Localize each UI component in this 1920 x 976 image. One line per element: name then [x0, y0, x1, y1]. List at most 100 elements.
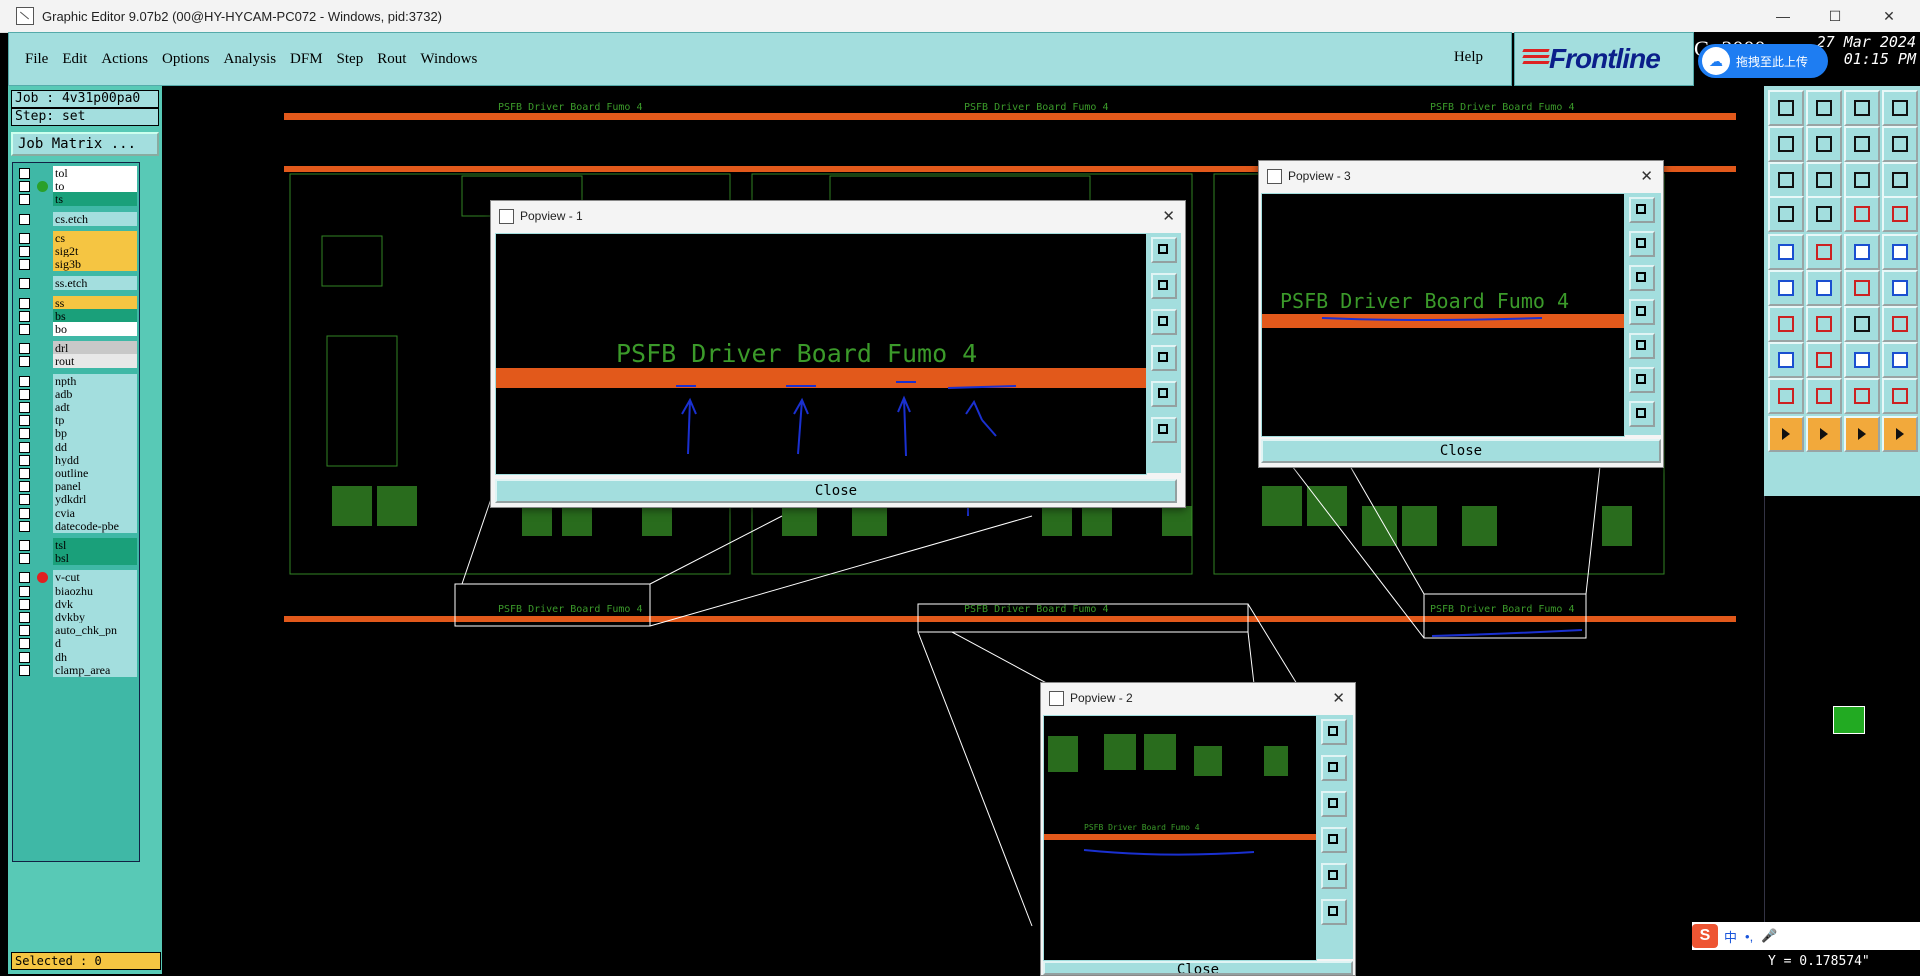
- layer-checkbox[interactable]: [19, 454, 30, 466]
- menu-actions[interactable]: Actions: [101, 51, 148, 68]
- layer-name[interactable]: sig2t: [53, 244, 137, 258]
- job-matrix-button[interactable]: Job Matrix ...: [11, 132, 159, 156]
- menu-file[interactable]: File: [25, 51, 48, 68]
- toolbox-button-9-icon[interactable]: [1768, 162, 1804, 198]
- close-button[interactable]: ✕: [1866, 0, 1912, 32]
- toolbox-button-3-icon[interactable]: [1844, 90, 1880, 126]
- layer-name[interactable]: cvia: [53, 505, 137, 520]
- toolbox-button-38-icon[interactable]: [1806, 416, 1842, 452]
- minimize-button[interactable]: —: [1760, 0, 1806, 32]
- popview-2-tool-1-icon[interactable]: [1321, 719, 1347, 745]
- toolbox-button-23-icon[interactable]: [1844, 270, 1880, 306]
- toolbox-button-11-icon[interactable]: [1844, 162, 1880, 198]
- layer-name[interactable]: bo: [53, 322, 137, 336]
- layer-checkbox[interactable]: [19, 213, 30, 225]
- layer-name[interactable]: ts: [53, 192, 137, 207]
- toolbox-button-15-icon[interactable]: [1844, 196, 1880, 232]
- toolbox-button-17-icon[interactable]: [1768, 234, 1804, 270]
- ime-lang[interactable]: 中: [1724, 927, 1737, 946]
- toolbox-button-6-icon[interactable]: [1806, 126, 1842, 162]
- layer-checkbox[interactable]: [19, 310, 30, 322]
- toolbox-button-35-icon[interactable]: [1844, 378, 1880, 414]
- toolbox-button-33-icon[interactable]: [1768, 378, 1804, 414]
- layer-name[interactable]: sig3b: [53, 257, 137, 272]
- toolbox-button-31-icon[interactable]: [1844, 342, 1880, 378]
- upload-widget[interactable]: ☁ 拖拽至此上传: [1698, 44, 1828, 78]
- toolbox-button-37-icon[interactable]: [1768, 416, 1804, 452]
- toolbox-button-25-icon[interactable]: [1768, 306, 1804, 342]
- toolbox-button-5-icon[interactable]: [1768, 126, 1804, 162]
- layer-checkbox[interactable]: [19, 507, 30, 519]
- popview-2-tool-3-icon[interactable]: [1321, 791, 1347, 817]
- toolbox-button-21-icon[interactable]: [1768, 270, 1804, 306]
- layer-row-clamp_area[interactable]: clamp_area: [13, 662, 139, 678]
- layer-checkbox[interactable]: [19, 553, 30, 565]
- layer-name[interactable]: tsl: [53, 538, 137, 552]
- popview-1-tool-1-icon[interactable]: [1151, 237, 1177, 263]
- toolbox-button-8-icon[interactable]: [1882, 126, 1918, 162]
- popview-2-close-button[interactable]: Close: [1043, 961, 1353, 975]
- popview-3-tool-1-icon[interactable]: [1629, 197, 1655, 223]
- popview-3-tool-6-icon[interactable]: [1629, 367, 1655, 393]
- layer-checkbox[interactable]: [19, 664, 30, 676]
- layer-row-cs.etch[interactable]: cs.etch: [13, 211, 139, 227]
- ime-punct[interactable]: •,: [1745, 929, 1753, 944]
- layer-checkbox[interactable]: [19, 246, 30, 257]
- layer-row-rout[interactable]: rout: [13, 354, 139, 369]
- toolbox-button-36-icon[interactable]: [1882, 378, 1918, 414]
- layer-checkbox[interactable]: [19, 181, 30, 193]
- layer-name[interactable]: adt: [53, 400, 137, 414]
- layer-checkbox[interactable]: [19, 638, 30, 650]
- layer-checkbox[interactable]: [19, 168, 30, 179]
- toolbox-button-13-icon[interactable]: [1768, 196, 1804, 232]
- ime-mic-icon[interactable]: 🎤: [1761, 928, 1777, 944]
- layer-name[interactable]: dvkby: [53, 610, 137, 624]
- layer-name[interactable]: bs: [53, 308, 137, 323]
- layer-row-bsl[interactable]: bsl: [13, 551, 139, 566]
- toolbox-button-10-icon[interactable]: [1806, 162, 1842, 198]
- layer-name[interactable]: v-cut: [53, 570, 137, 585]
- menu-windows[interactable]: Windows: [420, 51, 477, 68]
- toolbox-button-26-icon[interactable]: [1806, 306, 1842, 342]
- popview-2-tool-4-icon[interactable]: [1321, 827, 1347, 853]
- toolbox-button-40-icon[interactable]: [1882, 416, 1918, 452]
- layer-name[interactable]: drl: [53, 341, 137, 356]
- layer-checkbox[interactable]: [19, 297, 30, 309]
- popview-3-window[interactable]: Popview - 3 ✕ PSFB Driver Board Fumo 4 C…: [1258, 160, 1664, 468]
- layer-name[interactable]: auto_chk_pn: [53, 623, 137, 638]
- layer-checkbox[interactable]: [19, 468, 30, 479]
- toolbox-button-24-icon[interactable]: [1882, 270, 1918, 306]
- layer-checkbox[interactable]: [19, 572, 30, 584]
- layer-name[interactable]: datecode-pbe: [53, 518, 137, 533]
- toolbox-button-20-icon[interactable]: [1882, 234, 1918, 270]
- toolbox-button-14-icon[interactable]: [1806, 196, 1842, 232]
- layer-name[interactable]: npth: [53, 373, 137, 388]
- toolbox-button-22-icon[interactable]: [1806, 270, 1842, 306]
- popview-3-tool-4-icon[interactable]: [1629, 299, 1655, 325]
- layer-name[interactable]: adb: [53, 386, 137, 401]
- layer-name[interactable]: ss.etch: [53, 276, 137, 291]
- popview-3-tool-5-icon[interactable]: [1629, 333, 1655, 359]
- popview-2-tool-6-icon[interactable]: [1321, 899, 1347, 925]
- toolbox-button-18-icon[interactable]: [1806, 234, 1842, 270]
- popview-1-canvas[interactable]: PSFB Driver Board Fumo 4: [495, 233, 1147, 475]
- layer-name[interactable]: ss: [53, 295, 137, 310]
- popview-1-tool-6-icon[interactable]: [1151, 417, 1177, 443]
- popview-3-tool-7-icon[interactable]: [1629, 401, 1655, 427]
- layer-name[interactable]: bsl: [53, 551, 137, 566]
- layer-name[interactable]: dd: [53, 439, 137, 454]
- menu-options[interactable]: Options: [162, 51, 210, 68]
- toolbox-button-19-icon[interactable]: [1844, 234, 1880, 270]
- popview-2-window[interactable]: Popview - 2 ✕ PSFB Driver Board Fumo 4 C…: [1040, 682, 1356, 976]
- layer-name[interactable]: rout: [53, 354, 137, 369]
- layer-name[interactable]: bp: [53, 426, 137, 441]
- layer-row-ts[interactable]: ts: [13, 192, 139, 207]
- toolbox-button-34-icon[interactable]: [1806, 378, 1842, 414]
- layer-checkbox[interactable]: [19, 428, 30, 440]
- layer-name[interactable]: outline: [53, 466, 137, 480]
- layer-checkbox[interactable]: [19, 232, 30, 244]
- menu-help[interactable]: Help: [1454, 49, 1483, 66]
- layer-checkbox[interactable]: [19, 598, 30, 610]
- layer-checkbox[interactable]: [19, 415, 30, 427]
- toolbox-button-32-icon[interactable]: [1882, 342, 1918, 378]
